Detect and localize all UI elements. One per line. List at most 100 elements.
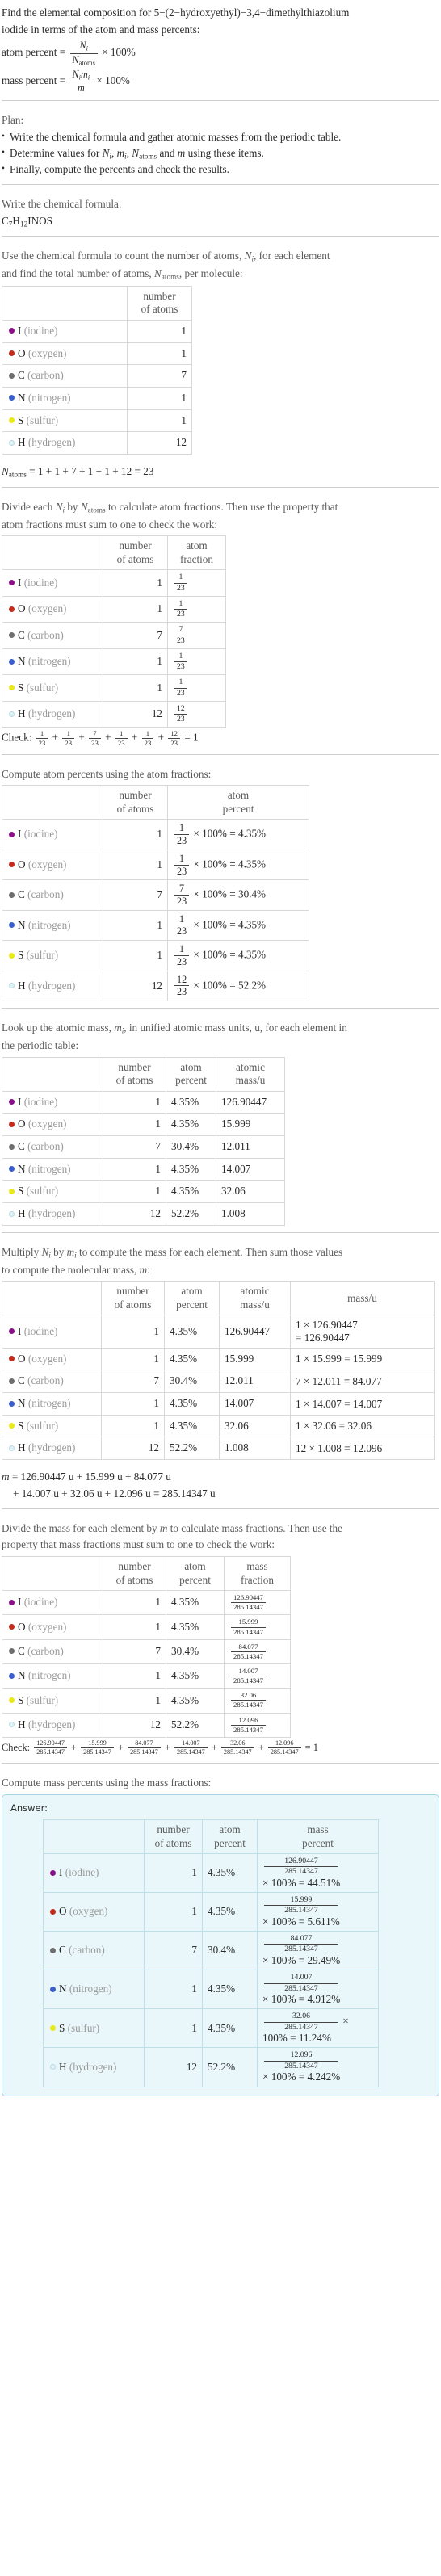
element-dot-iodine — [9, 580, 15, 586]
plan-section: Plan: Write the chemical formula and gat… — [0, 107, 441, 191]
element-dot-sulfur — [9, 952, 15, 959]
element-cell-sulfur: S (sulfur) — [2, 674, 103, 702]
table-row: N (nitrogen) 1 4.35% 14.007 285.14347 — [2, 1663, 291, 1689]
table-row: S (sulfur) 1 4.35% 32.06 1 × 32.06 = 32.… — [2, 1414, 435, 1438]
molecular-mass-equation-line1: m = 126.90447 u + 15.999 u + 84.077 u — [2, 1471, 171, 1483]
atom-percent-label: atom percent — [2, 46, 57, 59]
mass-fraction-iodine: 126.90447 285.14347 — [224, 1590, 291, 1616]
table-row: O (oxygen) 1 4.35% 15.999 285.14347 — [2, 1614, 291, 1640]
count-carbon: 7 — [144, 1931, 203, 1971]
problem-statement-section: Find the elemental composition for 5−(2−… — [0, 0, 441, 107]
chemical-formula: C7H12INOS — [2, 214, 52, 229]
element-mass-table-body: I (iodine) 1 4.35% 126.90447 1 × 126.904… — [2, 1315, 435, 1461]
atomic-mass-line2: the periodic table: — [2, 1038, 79, 1051]
element-cell-oxygen: O (oxygen) — [2, 1113, 103, 1137]
step-by-step-solution-page: Find the elemental composition for 5−(2−… — [0, 0, 441, 2103]
atom-percent-carbon: 30.4% — [166, 1135, 216, 1159]
count-hydrogen: 12 — [127, 431, 192, 455]
atom-percent-iodine: 4.35% — [166, 1590, 225, 1616]
header-number-of-atoms: number of atoms — [127, 285, 192, 321]
element-dot-carbon — [9, 1143, 15, 1150]
table-row: O (oxygen) 1 4.35% 15.999 1 × 15.999 = 1… — [2, 1347, 435, 1371]
fraction-line2: atom fractions must sum to one to check … — [2, 518, 217, 531]
atom-percent-nitrogen: 4.35% — [202, 1970, 258, 2010]
element-cell-iodine: I (iodine) — [2, 819, 103, 850]
table-row: C (carbon) 7 30.4% 84.077 285.14347 — [2, 1638, 291, 1664]
table-row: I (iodine) 1 — [2, 319, 192, 343]
header-element — [2, 1556, 103, 1592]
element-dot-sulfur — [9, 417, 15, 424]
element-dot-sulfur — [9, 1423, 15, 1429]
element-dot-carbon — [9, 1648, 15, 1655]
count-sulfur: 1 — [103, 1180, 166, 1204]
section-divider — [2, 1508, 439, 1509]
element-cell-nitrogen: N (nitrogen) — [2, 1392, 102, 1416]
section-divider — [2, 100, 439, 102]
mass-fraction-line1: Divide the mass for each element by m to… — [2, 1521, 342, 1534]
element-dot-nitrogen — [9, 395, 15, 401]
fraction-hydrogen: 12 23 — [167, 700, 226, 728]
header-element — [2, 1056, 103, 1092]
atom-percent-table: number of atoms atom percent I (iodine) 1 … — [2, 785, 309, 1002]
table-row: I (iodine) 1 4.35% 126.90447 — [2, 1090, 285, 1114]
table-row: S (sulfur) 1 1 23 × 100% = 4.35% — [2, 940, 309, 971]
count-iodine: 1 — [103, 569, 168, 597]
header-mass-fraction: mass fraction — [224, 1556, 291, 1592]
element-dot-hydrogen — [9, 983, 15, 989]
element-cell-carbon: C (carbon) — [2, 1638, 103, 1664]
element-cell-nitrogen: N (nitrogen) — [2, 386, 128, 410]
table-row: N (nitrogen) 1 4.35% 14.007 — [2, 1157, 285, 1181]
count-line2: and find the total number of atoms, Nato… — [2, 267, 243, 281]
element-cell-iodine: I (iodine) — [2, 1315, 102, 1349]
mass-percent-section: Compute mass percents using the mass fra… — [0, 1770, 441, 2103]
atomic-mass-carbon: 12.011 — [219, 1370, 291, 1393]
atom-percent-iodine: 4.35% — [164, 1315, 220, 1349]
table-row: O (oxygen) 1 4.35% 15.999 285.14347 × 100… — [43, 1892, 379, 1932]
table-header-row: number of atoms atom percent mass fraction — [2, 1556, 291, 1592]
atom-percent-nitrogen: 1 23 × 100% = 4.35% — [167, 909, 309, 942]
atomic-mass-sulfur: 32.06 — [216, 1180, 285, 1204]
table-row: H (hydrogen) 12 12 23 — [2, 700, 226, 728]
element-cell-hydrogen: H (hydrogen) — [43, 2047, 145, 2087]
atom-percent-carbon: 7 23 × 100% = 30.4% — [167, 879, 309, 911]
header-mass-percent: mass percent — [257, 1819, 379, 1855]
problem-statement-line2: iodide in terms of the atom and mass per… — [2, 23, 200, 36]
mass-fraction-hydrogen: 12.096 285.14347 — [224, 1712, 291, 1738]
table-row: S (sulfur) 1 4.35% 32.06 — [2, 1180, 285, 1204]
table-row: H (hydrogen) 12 — [2, 431, 192, 455]
element-dot-carbon — [9, 1378, 15, 1384]
element-dot-carbon — [9, 372, 15, 379]
element-cell-hydrogen: H (hydrogen) — [2, 700, 103, 728]
element-cell-oxygen: O (oxygen) — [2, 849, 103, 881]
table-row: I (iodine) 1 1 23 × 100% = 4.35% — [2, 819, 309, 850]
atom-percent-nitrogen: 4.35% — [164, 1392, 220, 1416]
atomic-mass-nitrogen: 14.007 — [216, 1157, 285, 1181]
section-divider — [2, 1231, 439, 1233]
answer-label: Answer: — [10, 1802, 48, 1814]
element-dot-oxygen — [9, 1356, 15, 1362]
atom-percent-carbon: 30.4% — [164, 1370, 220, 1393]
count-iodine: 1 — [103, 819, 168, 850]
element-dot-hydrogen — [9, 439, 15, 446]
header-element — [2, 285, 128, 321]
table-header-row: number of atoms atom percent atomic mass/u … — [2, 1281, 435, 1316]
element-cell-iodine: I (iodine) — [43, 1853, 145, 1894]
atom-count-table: number of atoms I (iodine) 1 O (oxygen) 1… — [2, 285, 192, 455]
mass-expr-hydrogen: 12 × 1.008 = 12.096 — [290, 1437, 435, 1461]
element-cell-carbon: C (carbon) — [43, 1931, 145, 1971]
element-dot-iodine — [9, 1328, 15, 1335]
section-divider — [2, 183, 439, 185]
count-sulfur: 1 — [127, 409, 192, 433]
header-element — [2, 535, 103, 571]
count-nitrogen: 1 — [144, 1970, 203, 2010]
mass-percent-fraction: Nimi m — [69, 69, 93, 94]
atomic-mass-nitrogen: 14.007 — [219, 1392, 291, 1416]
atom-percent-hydrogen: 52.2% — [166, 1712, 225, 1738]
header-mass-u: mass/u — [290, 1281, 435, 1316]
plan-item-1: Write the chemical formula and gather at… — [2, 130, 439, 145]
atomic-mass-table: number of atoms atom percent atomic mass/u … — [2, 1056, 285, 1226]
atom-percent-nitrogen: 4.35% — [166, 1663, 225, 1689]
header-atom-fraction: atom fraction — [167, 535, 226, 571]
header-element — [2, 1281, 102, 1316]
table-row: N (nitrogen) 1 4.35% 14.007 1 × 14.007 =… — [2, 1392, 435, 1416]
